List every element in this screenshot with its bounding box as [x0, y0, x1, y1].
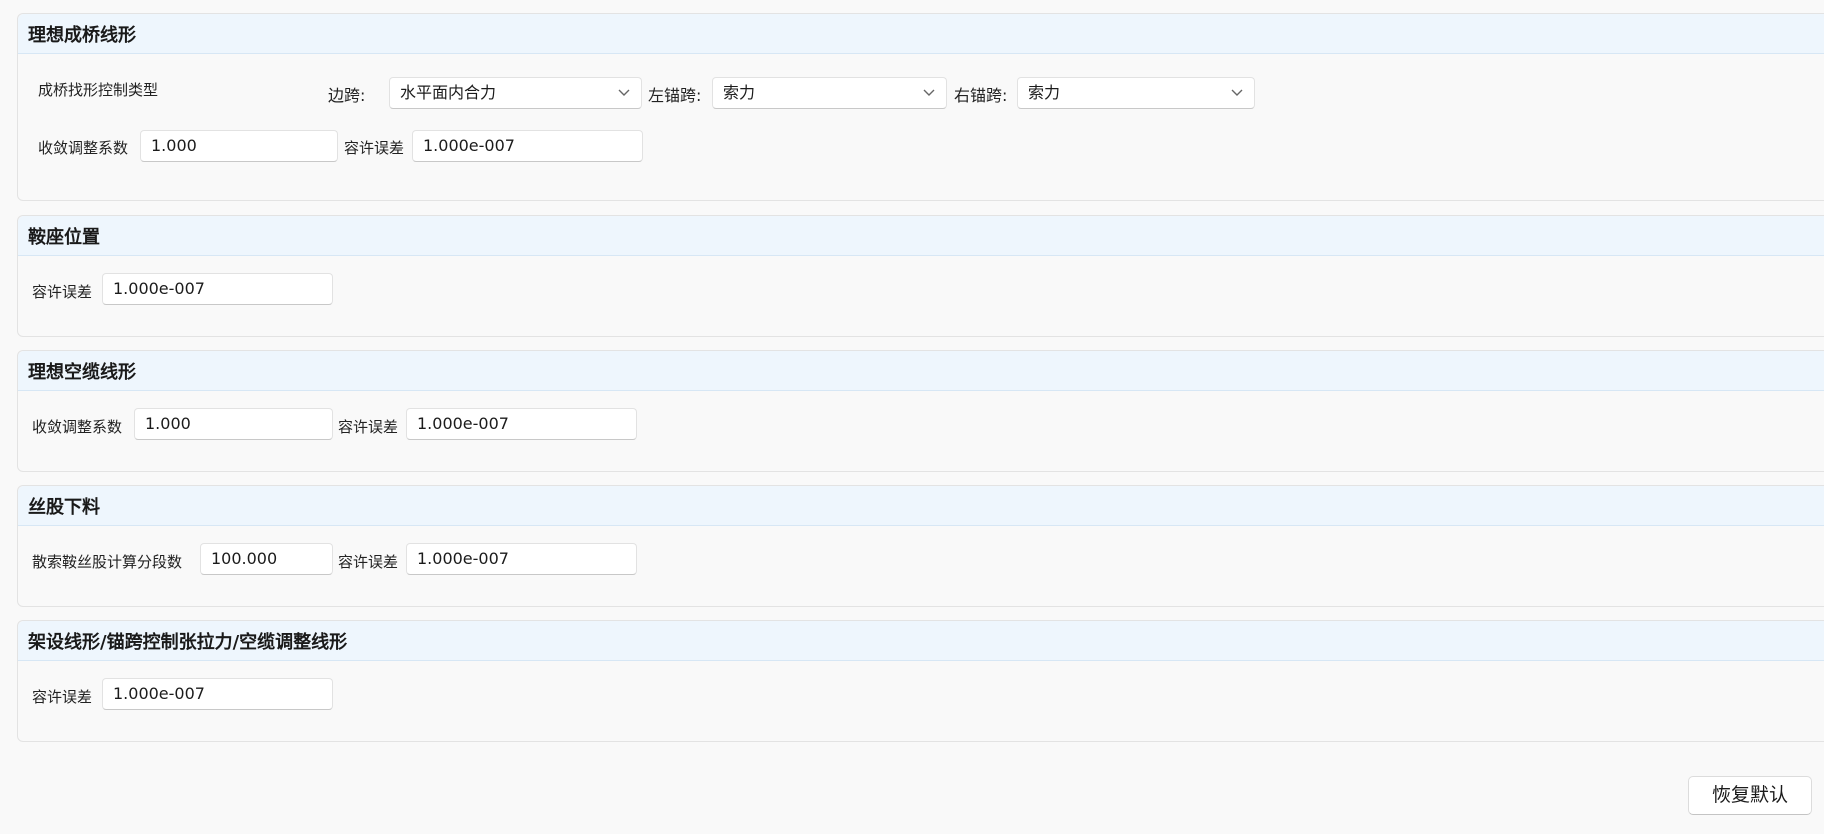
convergence-label: 收敛调整系数 — [38, 139, 129, 157]
segments-label: 散索鞍丝股计算分段数 — [32, 553, 183, 571]
ideal-cable-group: 理想空缆线形 收敛调整系数 1.000 容许误差 1.000e-007 — [17, 350, 1824, 472]
strand-title: 丝股下料 — [18, 486, 1824, 526]
cable-convergence-label: 收敛调整系数 — [32, 418, 123, 436]
segments-input[interactable]: 100.000 — [200, 543, 333, 575]
strand-tolerance-input[interactable]: 1.000e-007 — [406, 543, 637, 575]
side-span-select[interactable]: 水平面内合力 — [389, 77, 642, 109]
ideal-bridge-group: 理想成桥线形 成桥找形控制类型 边跨: 水平面内合力 左锚跨: 索力 右锚跨: … — [17, 13, 1824, 201]
cable-convergence-input[interactable]: 1.000 — [134, 408, 333, 440]
right-anchor-label: 右锚跨: — [954, 86, 1008, 105]
right-anchor-select[interactable]: 索力 — [1017, 77, 1255, 109]
strand-group: 丝股下料 散索鞍丝股计算分段数 100.000 容许误差 1.000e-007 — [17, 485, 1824, 607]
convergence-input[interactable]: 1.000 — [140, 130, 338, 162]
strand-tolerance-label: 容许误差 — [338, 553, 399, 571]
left-anchor-value: 索力 — [723, 83, 756, 102]
ideal-cable-title: 理想空缆线形 — [18, 351, 1824, 391]
right-anchor-value: 索力 — [1028, 83, 1061, 102]
chevron-down-icon — [618, 89, 630, 96]
cable-tolerance-input[interactable]: 1.000e-007 — [406, 408, 637, 440]
tolerance-input[interactable]: 1.000e-007 — [412, 130, 643, 162]
cable-tolerance-label: 容许误差 — [338, 418, 399, 436]
saddle-group: 鞍座位置 容许误差 1.000e-007 — [17, 215, 1824, 337]
ideal-bridge-title: 理想成桥线形 — [18, 14, 1824, 54]
saddle-title: 鞍座位置 — [18, 216, 1824, 256]
side-span-value: 水平面内合力 — [400, 83, 497, 102]
tolerance-label: 容许误差 — [344, 139, 405, 157]
saddle-tolerance-input[interactable]: 1.000e-007 — [102, 273, 333, 305]
saddle-tolerance-label: 容许误差 — [32, 283, 93, 301]
left-anchor-select[interactable]: 索力 — [712, 77, 947, 109]
chevron-down-icon — [1231, 89, 1243, 96]
erection-tolerance-label: 容许误差 — [32, 688, 93, 706]
erection-tolerance-input[interactable]: 1.000e-007 — [102, 678, 333, 710]
control-type-label: 成桥找形控制类型 — [38, 81, 159, 99]
restore-default-button[interactable]: 恢复默认 — [1688, 776, 1812, 815]
side-span-label: 边跨: — [328, 86, 366, 105]
chevron-down-icon — [923, 89, 935, 96]
erection-group: 架设线形/锚跨控制张拉力/空缆调整线形 容许误差 1.000e-007 — [17, 620, 1824, 742]
left-anchor-label: 左锚跨: — [648, 86, 702, 105]
erection-title: 架设线形/锚跨控制张拉力/空缆调整线形 — [18, 621, 1824, 661]
